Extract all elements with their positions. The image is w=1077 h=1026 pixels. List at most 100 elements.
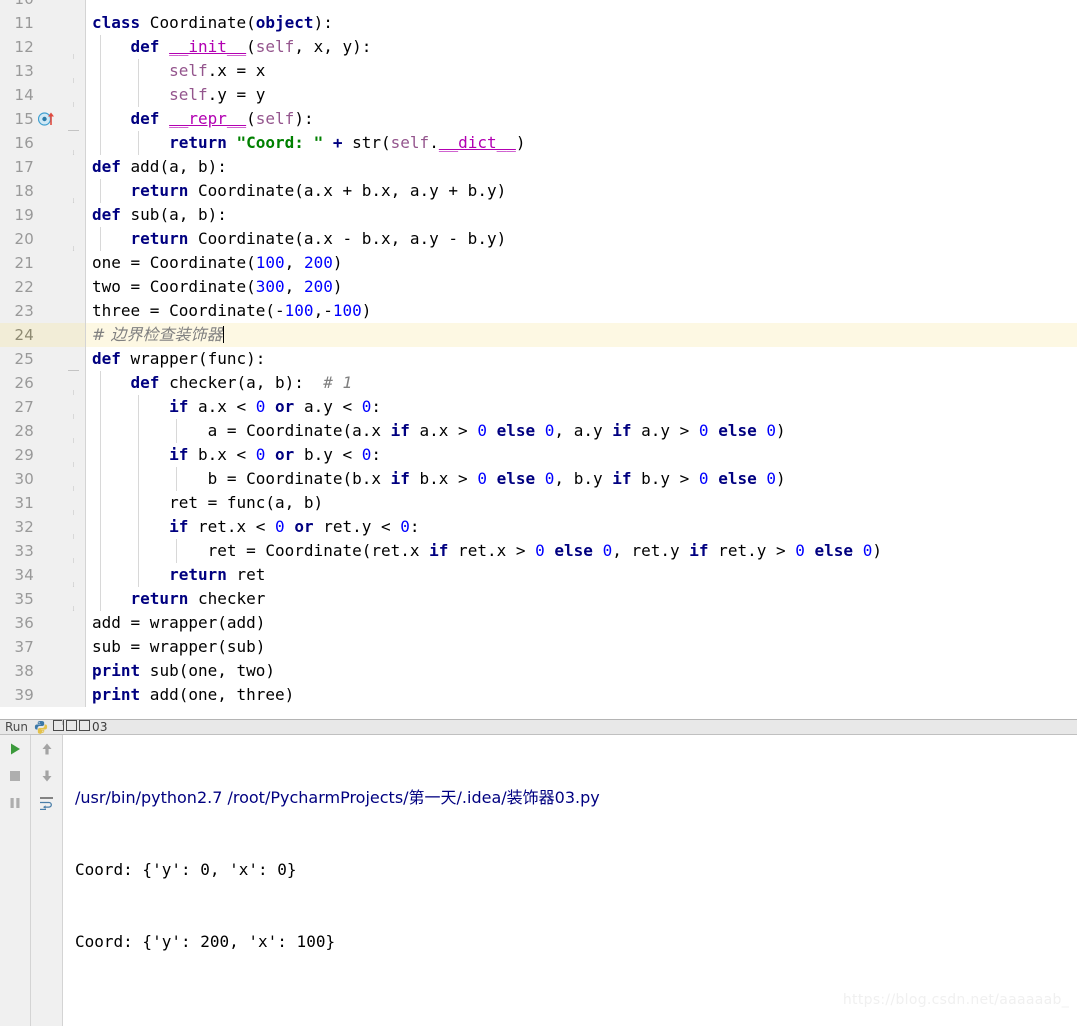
code-line-24[interactable]: 24 # 边界检查装饰器 <box>0 323 1077 347</box>
up-button[interactable] <box>36 738 58 760</box>
fold-gutter-23[interactable] <box>62 299 86 323</box>
override-method-icon[interactable] <box>38 111 56 127</box>
code-line-37[interactable]: 37 sub = wrapper(sub) <box>0 635 1077 659</box>
code-line-38[interactable]: 38 print sub(one, two) <box>0 659 1077 683</box>
run-toolbar-primary <box>0 735 30 1026</box>
line-number: 18 <box>14 182 34 200</box>
code-text-35: return checker <box>86 587 1077 611</box>
code-line-13[interactable]: 13 self.x = x <box>0 59 1077 102</box>
code-text-12: def __init__(self, x, y): <box>86 35 1077 59</box>
fold-gutter-24[interactable] <box>62 323 86 347</box>
gutter-27: 27 <box>0 395 62 419</box>
code-line-27[interactable]: 27 if a.x < 0 or a.y < 0: <box>0 395 1077 438</box>
run-tab-bar[interactable]: Run 03 <box>0 719 1077 735</box>
code-line-26[interactable]: 26 def checker(a, b): # 1 <box>0 371 1077 413</box>
fold-gutter-30[interactable] <box>62 467 86 510</box>
code-editor[interactable]: 10 11 class Coordinate( <box>0 0 1077 719</box>
fold-gutter-36[interactable] <box>62 611 86 635</box>
fold-gutter-33[interactable] <box>62 539 86 582</box>
code-line-23[interactable]: 23 three = Coordinate(-100,-100) <box>0 299 1077 323</box>
gutter-18: 18 <box>0 179 62 203</box>
fold-gutter-11[interactable] <box>62 11 86 54</box>
code-line-22[interactable]: 22 two = Coordinate(300, 200) <box>0 275 1077 299</box>
code-text-10 <box>86 0 1077 11</box>
code-line-30[interactable]: 30 b = Coordinate(b.x if b.x > 0 else 0,… <box>0 467 1077 510</box>
fold-gutter-32[interactable] <box>62 515 86 558</box>
fold-gutter-29[interactable] <box>62 443 86 486</box>
code-line-16[interactable]: 16 return "Coord: " + str(self.__dict__) <box>0 131 1077 163</box>
code-line-11[interactable]: 11 class Coordinate(object): <box>0 11 1077 54</box>
rerun-button[interactable] <box>4 738 26 760</box>
code-line-17[interactable]: 17 def add(a, b): <box>0 155 1077 198</box>
gutter-17: 17 <box>0 155 62 179</box>
fold-gutter-27[interactable] <box>62 395 86 438</box>
code-line-32[interactable]: 32 if ret.x < 0 or ret.y < 0: <box>0 515 1077 558</box>
code-line-34[interactable]: 34 return ret <box>0 563 1077 595</box>
code-line-14[interactable]: 14 self.y = y <box>0 83 1077 116</box>
fold-gutter-20[interactable] <box>62 227 86 259</box>
line-number: 14 <box>14 86 34 104</box>
fold-gutter-28[interactable] <box>62 419 86 462</box>
code-line-31[interactable]: 31 ret = func(a, b) <box>0 491 1077 534</box>
fold-gutter-39[interactable] <box>62 683 86 707</box>
line-number: 15 <box>14 110 34 128</box>
fold-gutter-37[interactable] <box>62 635 86 659</box>
code-text-13: self.x = x <box>86 59 1077 83</box>
gutter-37: 37 <box>0 635 62 659</box>
run-tool-window: Run 03 /usr/bin/python2.7 /root/PycharmP… <box>0 719 1077 1026</box>
fold-gutter-10[interactable] <box>62 0 86 11</box>
stop-button[interactable] <box>4 765 26 787</box>
gutter-32: 32 <box>0 515 62 539</box>
fold-gutter-38[interactable] <box>62 659 86 683</box>
fold-gutter-15[interactable] <box>62 107 86 148</box>
code-line-28[interactable]: 28 a = Coordinate(a.x if a.x > 0 else 0,… <box>0 419 1077 462</box>
code-line-20[interactable]: 20 return Coordinate(a.x - b.x, a.y - b.… <box>0 227 1077 259</box>
line-number: 12 <box>14 38 34 56</box>
code-line-36[interactable]: 36 add = wrapper(add) <box>0 611 1077 635</box>
run-window-label: Run <box>5 720 29 734</box>
code-line-10[interactable]: 10 <box>0 0 1077 11</box>
fold-gutter-19[interactable] <box>62 203 86 246</box>
fold-gutter-16[interactable] <box>62 131 86 163</box>
run-tab-suffix: 03 <box>92 720 108 734</box>
code-line-25[interactable]: 25 def wrapper(func): <box>0 347 1077 389</box>
gutter-21: 21 <box>0 251 62 275</box>
code-line-18[interactable]: 18 return Coordinate(a.x + b.x, a.y + b.… <box>0 179 1077 211</box>
gutter-29: 29 <box>0 443 62 467</box>
code-line-15[interactable]: 15 def __repr__(self): <box>0 107 1077 148</box>
fold-gutter-25[interactable] <box>62 347 86 389</box>
fold-gutter-13[interactable] <box>62 59 86 102</box>
text-caret <box>222 326 224 343</box>
fold-gutter-18[interactable] <box>62 179 86 211</box>
fold-gutter-22[interactable] <box>62 275 86 299</box>
run-console-body: /usr/bin/python2.7 /root/PycharmProjects… <box>0 735 1077 1026</box>
fold-gutter-34[interactable] <box>62 563 86 595</box>
fold-gutter-31[interactable] <box>62 491 86 534</box>
fold-gutter-17[interactable] <box>62 155 86 198</box>
code-line-35[interactable]: 35 return checker <box>0 587 1077 619</box>
fold-gutter-21[interactable] <box>62 251 86 275</box>
gutter-20: 20 <box>0 227 62 251</box>
fold-gutter-26[interactable] <box>62 371 86 413</box>
code-line-33[interactable]: 33 ret = Coordinate(ret.x if ret.x > 0 e… <box>0 539 1077 582</box>
fold-gutter-14[interactable] <box>62 83 86 116</box>
code-line-19[interactable]: 19 def sub(a, b): <box>0 203 1077 246</box>
gutter-36: 36 <box>0 611 62 635</box>
code-line-39[interactable]: 39 print add(one, three) <box>0 683 1077 707</box>
console-output[interactable]: /usr/bin/python2.7 /root/PycharmProjects… <box>63 735 1077 1026</box>
fold-gutter-35[interactable] <box>62 587 86 619</box>
pause-button[interactable] <box>4 792 26 814</box>
gutter-11: 11 <box>0 11 62 35</box>
line-number: 38 <box>14 662 34 680</box>
down-button[interactable] <box>36 765 58 787</box>
code-text-33: ret = Coordinate(ret.x if ret.x > 0 else… <box>86 539 1077 563</box>
fold-gutter-12[interactable] <box>62 35 86 78</box>
code-line-12[interactable]: 12 def __init__(self, x, y): <box>0 35 1077 78</box>
code-line-29[interactable]: 29 if b.x < 0 or b.y < 0: <box>0 443 1077 486</box>
line-number: 23 <box>14 302 34 320</box>
soft-wrap-button[interactable] <box>36 792 58 814</box>
code-line-21[interactable]: 21 one = Coordinate(100, 200) <box>0 251 1077 275</box>
code-text-39: print add(one, three) <box>92 685 295 704</box>
code-text-20: return Coordinate(a.x - b.x, a.y - b.y) <box>86 227 1077 251</box>
run-tab-name[interactable]: 03 <box>53 720 108 734</box>
